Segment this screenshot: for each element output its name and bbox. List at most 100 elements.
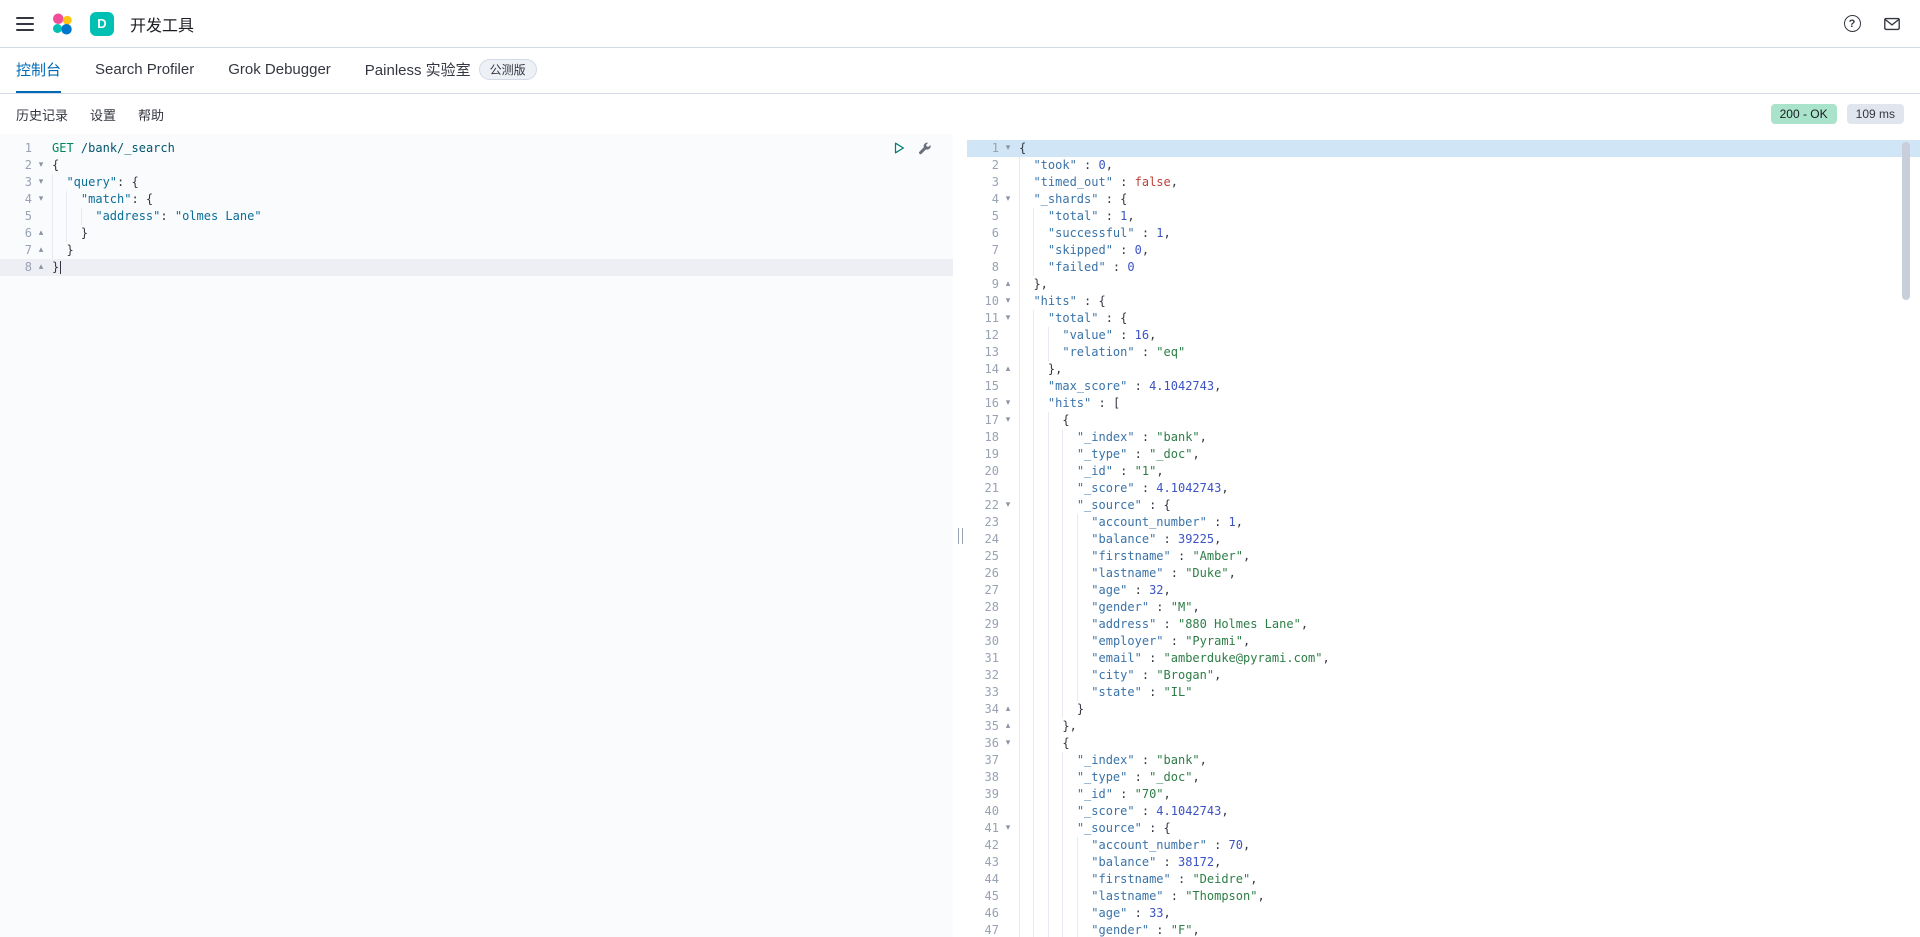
code-text[interactable]: "employer" : "Pyrami", [1017, 633, 1920, 650]
code-line[interactable]: 45 "lastname" : "Thompson", [967, 888, 1920, 905]
code-text[interactable]: "hits" : [ [1017, 395, 1920, 412]
help-icon[interactable]: ? [1840, 12, 1864, 36]
code-text[interactable]: "_score" : 4.1042743, [1017, 480, 1920, 497]
code-line[interactable]: 33 "state" : "IL" [967, 684, 1920, 701]
code-line[interactable]: 13 "relation" : "eq" [967, 344, 1920, 361]
tab-painless-lab[interactable]: Painless 实验室公测版 [365, 48, 537, 93]
code-text[interactable]: "address": "olmes Lane" [50, 208, 953, 225]
code-text[interactable]: "email" : "amberduke@pyrami.com", [1017, 650, 1920, 667]
fold-toggle-icon[interactable]: ▾ [999, 395, 1017, 412]
code-text[interactable]: "gender" : "M", [1017, 599, 1920, 616]
code-text[interactable]: "_id" : "70", [1017, 786, 1920, 803]
fold-toggle-icon[interactable]: ▾ [999, 735, 1017, 752]
code-text[interactable]: "_source" : { [1017, 820, 1920, 837]
code-line[interactable]: 18 "_index" : "bank", [967, 429, 1920, 446]
fold-toggle-icon[interactable]: ▾ [999, 310, 1017, 327]
request-editor[interactable]: 1GET /bank/_search2▾{3▾ "query": {4▾ "ma… [0, 134, 953, 937]
wrench-icon[interactable] [917, 140, 933, 156]
code-line[interactable]: 38 "_type" : "_doc", [967, 769, 1920, 786]
code-text[interactable]: "hits" : { [1017, 293, 1920, 310]
code-text[interactable]: "max_score" : 4.1042743, [1017, 378, 1920, 395]
code-text[interactable]: "query": { [50, 174, 953, 191]
code-text[interactable]: "_type" : "_doc", [1017, 769, 1920, 786]
panel-resizer[interactable] [953, 134, 967, 937]
code-line[interactable]: 4▾ "match": { [0, 191, 953, 208]
code-line[interactable]: 21 "_score" : 4.1042743, [967, 480, 1920, 497]
code-text[interactable]: "account_number" : 1, [1017, 514, 1920, 531]
code-text[interactable]: "match": { [50, 191, 953, 208]
fold-toggle-icon[interactable]: ▴ [32, 225, 50, 242]
code-line[interactable]: 9▴ }, [967, 276, 1920, 293]
fold-toggle-icon[interactable]: ▴ [32, 259, 50, 276]
code-text[interactable]: "_source" : { [1017, 497, 1920, 514]
code-text[interactable]: "account_number" : 70, [1017, 837, 1920, 854]
code-line[interactable]: 23 "account_number" : 1, [967, 514, 1920, 531]
fold-toggle-icon[interactable]: ▾ [999, 820, 1017, 837]
code-text[interactable]: "total" : { [1017, 310, 1920, 327]
code-line[interactable]: 19 "_type" : "_doc", [967, 446, 1920, 463]
code-line[interactable]: 6▴ } [0, 225, 953, 242]
code-line[interactable]: 25 "firstname" : "Amber", [967, 548, 1920, 565]
code-text[interactable]: "_index" : "bank", [1017, 752, 1920, 769]
code-text[interactable]: "balance" : 39225, [1017, 531, 1920, 548]
code-line[interactable]: 36▾ { [967, 735, 1920, 752]
code-text[interactable]: "age" : 32, [1017, 582, 1920, 599]
menu-icon[interactable] [16, 17, 34, 31]
code-line[interactable]: 39 "_id" : "70", [967, 786, 1920, 803]
code-line[interactable]: 1GET /bank/_search [0, 140, 953, 157]
fold-toggle-icon[interactable]: ▴ [32, 242, 50, 259]
fold-toggle-icon[interactable]: ▾ [999, 191, 1017, 208]
code-text[interactable]: "successful" : 1, [1017, 225, 1920, 242]
code-text[interactable]: }, [1017, 361, 1920, 378]
history-button[interactable]: 历史记录 [16, 105, 68, 124]
code-line[interactable]: 22▾ "_source" : { [967, 497, 1920, 514]
help-button[interactable]: 帮助 [138, 105, 164, 124]
code-line[interactable]: 10▾ "hits" : { [967, 293, 1920, 310]
code-text[interactable]: "firstname" : "Amber", [1017, 548, 1920, 565]
code-text[interactable]: "_score" : 4.1042743, [1017, 803, 1920, 820]
code-text[interactable]: "_id" : "1", [1017, 463, 1920, 480]
code-text[interactable]: "total" : 1, [1017, 208, 1920, 225]
code-line[interactable]: 5 "address": "olmes Lane" [0, 208, 953, 225]
fold-toggle-icon[interactable]: ▾ [999, 140, 1017, 157]
code-line[interactable]: 12 "value" : 16, [967, 327, 1920, 344]
code-line[interactable]: 1▾{ [967, 140, 1920, 157]
fold-toggle-icon[interactable]: ▾ [999, 412, 1017, 429]
code-text[interactable]: "city" : "Brogan", [1017, 667, 1920, 684]
code-line[interactable]: 46 "age" : 33, [967, 905, 1920, 922]
send-request-button[interactable] [891, 140, 907, 156]
code-line[interactable]: 4▾ "_shards" : { [967, 191, 1920, 208]
settings-button[interactable]: 设置 [90, 105, 116, 124]
code-line[interactable]: 40 "_score" : 4.1042743, [967, 803, 1920, 820]
code-text[interactable]: } [50, 225, 953, 242]
code-text[interactable]: "age" : 33, [1017, 905, 1920, 922]
fold-toggle-icon[interactable]: ▾ [32, 157, 50, 174]
code-line[interactable]: 35▴ }, [967, 718, 1920, 735]
code-text[interactable]: { [50, 157, 953, 174]
code-text[interactable]: { [1017, 412, 1920, 429]
code-line[interactable]: 8▴} [0, 259, 953, 276]
code-text[interactable]: "lastname" : "Thompson", [1017, 888, 1920, 905]
code-text[interactable]: "lastname" : "Duke", [1017, 565, 1920, 582]
code-text[interactable]: { [1017, 140, 1920, 157]
code-line[interactable]: 30 "employer" : "Pyrami", [967, 633, 1920, 650]
code-text[interactable]: "address" : "880 Holmes Lane", [1017, 616, 1920, 633]
code-line[interactable]: 31 "email" : "amberduke@pyrami.com", [967, 650, 1920, 667]
code-line[interactable]: 44 "firstname" : "Deidre", [967, 871, 1920, 888]
code-line[interactable]: 7 "skipped" : 0, [967, 242, 1920, 259]
fold-toggle-icon[interactable]: ▾ [32, 174, 50, 191]
response-scrollbar[interactable] [1902, 142, 1910, 300]
code-line[interactable]: 14▴ }, [967, 361, 1920, 378]
code-text[interactable]: "balance" : 38172, [1017, 854, 1920, 871]
code-line[interactable]: 3 "timed_out" : false, [967, 174, 1920, 191]
code-line[interactable]: 8 "failed" : 0 [967, 259, 1920, 276]
fold-toggle-icon[interactable]: ▾ [999, 293, 1017, 310]
code-line[interactable]: 24 "balance" : 39225, [967, 531, 1920, 548]
code-line[interactable]: 7▴ } [0, 242, 953, 259]
code-line[interactable]: 20 "_id" : "1", [967, 463, 1920, 480]
code-text[interactable]: "gender" : "F", [1017, 922, 1920, 937]
fold-toggle-icon[interactable]: ▾ [32, 191, 50, 208]
code-text[interactable]: "firstname" : "Deidre", [1017, 871, 1920, 888]
code-line[interactable]: 3▾ "query": { [0, 174, 953, 191]
fold-toggle-icon[interactable]: ▴ [999, 276, 1017, 293]
